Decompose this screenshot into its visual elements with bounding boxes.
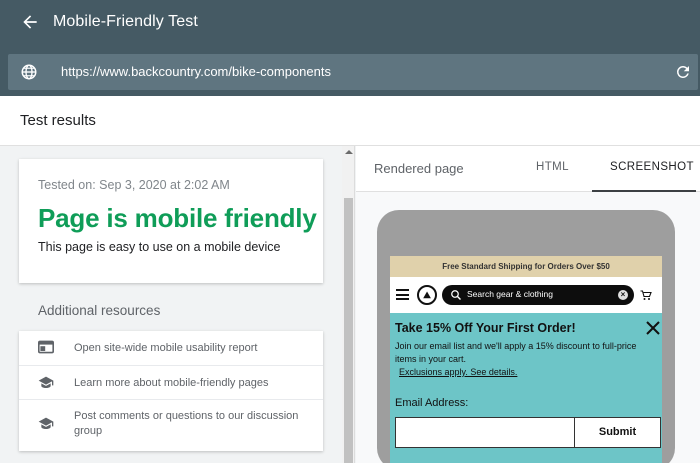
submit-button: Submit (574, 417, 661, 448)
tab-screenshot-label[interactable]: SCREENSHOT (610, 161, 694, 173)
clear-search-icon: × (618, 290, 628, 300)
shipping-banner: Free Standard Shipping for Orders Over $… (390, 256, 662, 277)
resource-item-usability-report[interactable]: Open site-wide mobile usability report (19, 331, 323, 365)
hamburger-menu-icon (396, 289, 409, 300)
email-promo-modal: Take 15% Off Your First Order! Join our … (390, 313, 662, 463)
additional-resources-heading: Additional resources (38, 303, 161, 318)
tab-rendered-page[interactable]: Rendered page (374, 161, 464, 176)
resource-item-learn-more[interactable]: Learn more about mobile-friendly pages (19, 365, 323, 399)
results-title: Test results (20, 112, 96, 129)
verdict-card: Tested on: Sep 3, 2020 at 2:02 AM Page i… (19, 159, 323, 283)
site-search: Search gear & clothing × (442, 285, 634, 305)
resource-item-discussion-group[interactable]: Post comments or questions to our discus… (19, 399, 323, 451)
graduation-cap-icon (38, 376, 54, 388)
verdict-status: Page is mobile friendly (38, 203, 317, 233)
promo-body: Join our email list and we'll apply a 15… (395, 341, 637, 364)
graduation-cap-icon (38, 417, 54, 429)
search-icon (451, 290, 461, 300)
results-panel: Tested on: Sep 3, 2020 at 2:02 AM Page i… (0, 146, 342, 463)
site-logo: ⛰ (417, 285, 437, 305)
phone-frame: Free Standard Shipping for Orders Over $… (377, 210, 675, 463)
email-field (395, 417, 575, 448)
phone-screenshot: Free Standard Shipping for Orders Over $… (390, 256, 662, 463)
browser-window-icon (38, 340, 54, 354)
preview-panel: Rendered page HTML SCREENSHOT Free Stand… (356, 146, 700, 463)
verdict-subtitle: This page is easy to use on a mobile dev… (38, 240, 281, 254)
left-panel-scrollbar[interactable] (342, 146, 355, 463)
cart-icon (640, 290, 652, 300)
preview-tabs: Rendered page HTML SCREENSHOT (356, 146, 700, 192)
site-nav: ⛰ Search gear & clothing × (390, 277, 662, 313)
email-label: Email Address: (395, 397, 469, 409)
close-icon (646, 321, 660, 335)
results-header: Test results (0, 96, 700, 146)
tab-screenshot[interactable]: SCREENSHOT (592, 146, 696, 192)
refresh-icon[interactable] (674, 63, 692, 81)
globe-icon (21, 64, 37, 80)
back-arrow-icon[interactable] (20, 12, 40, 32)
search-placeholder: Search gear & clothing (467, 289, 553, 299)
promo-title: Take 15% Off Your First Order! (395, 321, 576, 335)
url-bar[interactable]: https://www.backcountry.com/bike-compone… (8, 54, 698, 90)
tested-on-text: Tested on: Sep 3, 2020 at 2:02 AM (38, 178, 230, 192)
promo-exclusions-link: Exclusions apply. See details. (399, 367, 518, 377)
scroll-up-icon[interactable] (345, 150, 353, 154)
resource-label[interactable]: Open site-wide mobile usability report (74, 341, 314, 356)
url-text[interactable]: https://www.backcountry.com/bike-compone… (61, 64, 331, 79)
resource-label[interactable]: Learn more about mobile-friendly pages (74, 376, 314, 391)
resource-label[interactable]: Post comments or questions to our discus… (74, 409, 314, 439)
tab-html[interactable]: HTML (536, 161, 569, 173)
app-bar: Mobile-Friendly Test https://www.backcou… (0, 0, 700, 96)
app-title: Mobile-Friendly Test (53, 13, 198, 30)
scrollbar-thumb[interactable] (344, 198, 353, 463)
resources-card: Open site-wide mobile usability report L… (19, 331, 323, 451)
